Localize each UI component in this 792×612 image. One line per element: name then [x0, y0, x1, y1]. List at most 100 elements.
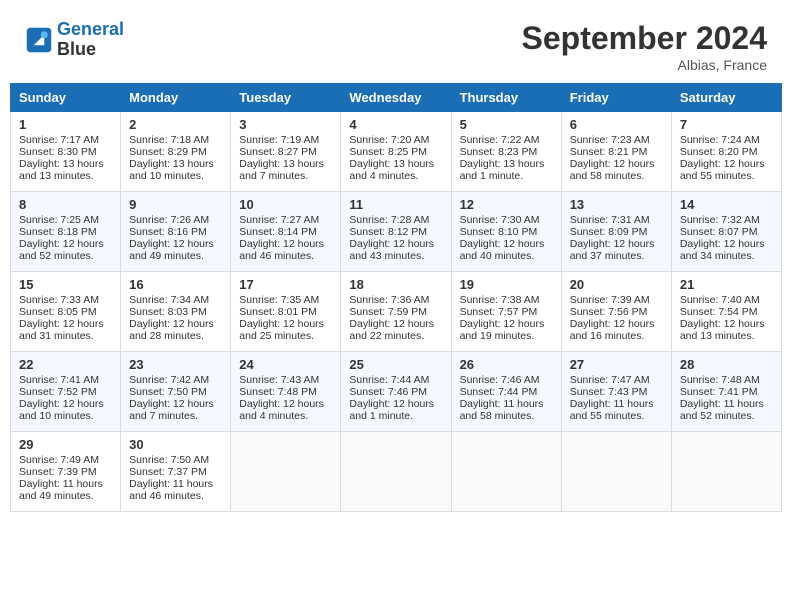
- logo: GeneralBlue: [25, 20, 124, 60]
- sunrise-text: Sunrise: 7:47 AM: [570, 374, 650, 386]
- table-row: 7Sunrise: 7:24 AMSunset: 8:20 PMDaylight…: [671, 112, 781, 192]
- table-row: 13Sunrise: 7:31 AMSunset: 8:09 PMDayligh…: [561, 192, 671, 272]
- sunset-text: Sunset: 7:44 PM: [460, 386, 538, 398]
- day-number: 6: [570, 117, 663, 132]
- sunrise-text: Sunrise: 7:44 AM: [349, 374, 429, 386]
- daylight-text: Daylight: 13 hours and 1 minute.: [460, 158, 545, 182]
- table-row: 6 Sunrise: 7:23 AMSunset: 8:21 PMDaylight…: [561, 112, 671, 192]
- daylight-text: Daylight: 11 hours and 58 minutes.: [460, 398, 544, 422]
- sunset-text: Sunset: 7:39 PM: [19, 466, 97, 478]
- day-number: 30: [129, 437, 222, 452]
- sunset-text: Sunset: 7:52 PM: [19, 386, 97, 398]
- sunset-text: Sunset: 8:18 PM: [19, 226, 97, 238]
- col-thursday: Thursday: [451, 84, 561, 112]
- daylight-text: Daylight: 12 hours and 22 minutes.: [349, 318, 434, 342]
- col-friday: Friday: [561, 84, 671, 112]
- day-number: 4: [349, 117, 442, 132]
- sunset-text: Sunset: 7:54 PM: [680, 306, 758, 318]
- col-wednesday: Wednesday: [341, 84, 451, 112]
- table-row: 8Sunrise: 7:25 AMSunset: 8:18 PMDaylight…: [11, 192, 121, 272]
- day-number: 18: [349, 277, 442, 292]
- daylight-text: Daylight: 12 hours and 46 minutes.: [239, 238, 324, 262]
- day-number: 9: [129, 197, 222, 212]
- sunset-text: Sunset: 8:21 PM: [570, 146, 648, 158]
- table-row: 12Sunrise: 7:30 AMSunset: 8:10 PMDayligh…: [451, 192, 561, 272]
- daylight-text: Daylight: 11 hours and 46 minutes.: [129, 478, 213, 502]
- day-number: 7: [680, 117, 773, 132]
- table-row: 9Sunrise: 7:26 AMSunset: 8:16 PMDaylight…: [121, 192, 231, 272]
- daylight-text: Daylight: 13 hours and 4 minutes.: [349, 158, 434, 182]
- sunrise-text: Sunrise: 7:28 AM: [349, 214, 429, 226]
- calendar-week-row: 8Sunrise: 7:25 AMSunset: 8:18 PMDaylight…: [11, 192, 782, 272]
- logo-icon: [25, 26, 53, 54]
- table-row: 10Sunrise: 7:27 AMSunset: 8:14 PMDayligh…: [231, 192, 341, 272]
- sunrise-text: Sunrise: 7:27 AM: [239, 214, 319, 226]
- sunset-text: Sunset: 8:16 PM: [129, 226, 207, 238]
- daylight-text: Daylight: 12 hours and 31 minutes.: [19, 318, 104, 342]
- daylight-text: Daylight: 12 hours and 25 minutes.: [239, 318, 324, 342]
- day-number: 29: [19, 437, 112, 452]
- day-number: 12: [460, 197, 553, 212]
- sunrise-text: Sunrise: 7:35 AM: [239, 294, 319, 306]
- day-number: 16: [129, 277, 222, 292]
- table-row: [561, 432, 671, 512]
- sunrise-text: Sunrise: 7:36 AM: [349, 294, 429, 306]
- sunset-text: Sunset: 8:20 PM: [680, 146, 758, 158]
- sunset-text: Sunset: 8:10 PM: [460, 226, 538, 238]
- sunrise-text: Sunrise: 7:18 AM: [129, 134, 209, 146]
- daylight-text: Daylight: 13 hours and 13 minutes.: [19, 158, 104, 182]
- daylight-text: Daylight: 12 hours and 1 minute.: [349, 398, 434, 422]
- sunrise-text: Sunrise: 7:49 AM: [19, 454, 99, 466]
- daylight-text: Daylight: 12 hours and 37 minutes.: [570, 238, 655, 262]
- daylight-text: Daylight: 12 hours and 58 minutes.: [570, 158, 655, 182]
- sunset-text: Sunset: 8:27 PM: [239, 146, 317, 158]
- day-number: 14: [680, 197, 773, 212]
- sunrise-text: Sunrise: 7:30 AM: [460, 214, 540, 226]
- day-number: 1: [19, 117, 112, 132]
- daylight-text: Daylight: 12 hours and 10 minutes.: [19, 398, 104, 422]
- sunset-text: Sunset: 8:14 PM: [239, 226, 317, 238]
- table-row: [231, 432, 341, 512]
- sunset-text: Sunset: 8:12 PM: [349, 226, 427, 238]
- table-row: 5Sunrise: 7:22 AMSunset: 8:23 PMDaylight…: [451, 112, 561, 192]
- day-number: 24: [239, 357, 332, 372]
- sunset-text: Sunset: 8:01 PM: [239, 306, 317, 318]
- sunrise-text: Sunrise: 7:23 AM: [570, 134, 650, 146]
- table-row: 3 Sunrise: 7:19 AMSunset: 8:27 PMDaylight…: [231, 112, 341, 192]
- table-row: 17Sunrise: 7:35 AMSunset: 8:01 PMDayligh…: [231, 272, 341, 352]
- sunset-text: Sunset: 7:50 PM: [129, 386, 207, 398]
- sunrise-text: Sunrise: 7:19 AM: [239, 134, 319, 146]
- sunset-text: Sunset: 8:05 PM: [19, 306, 97, 318]
- sunrise-text: Sunrise: 7:40 AM: [680, 294, 760, 306]
- col-monday: Monday: [121, 84, 231, 112]
- day-number: 11: [349, 197, 442, 212]
- sunset-text: Sunset: 8:30 PM: [19, 146, 97, 158]
- col-sunday: Sunday: [11, 84, 121, 112]
- month-title: September 2024: [522, 20, 767, 57]
- table-row: 22Sunrise: 7:41 AMSunset: 7:52 PMDayligh…: [11, 352, 121, 432]
- table-row: 30Sunrise: 7:50 AMSunset: 7:37 PMDayligh…: [121, 432, 231, 512]
- sunrise-text: Sunrise: 7:32 AM: [680, 214, 760, 226]
- table-row: 24Sunrise: 7:43 AMSunset: 7:48 PMDayligh…: [231, 352, 341, 432]
- day-number: 28: [680, 357, 773, 372]
- daylight-text: Daylight: 11 hours and 52 minutes.: [680, 398, 764, 422]
- location: Albias, France: [522, 57, 767, 73]
- logo-text: GeneralBlue: [57, 20, 124, 60]
- sunrise-text: Sunrise: 7:17 AM: [19, 134, 99, 146]
- sunset-text: Sunset: 8:23 PM: [460, 146, 538, 158]
- sunrise-text: Sunrise: 7:25 AM: [19, 214, 99, 226]
- daylight-text: Daylight: 11 hours and 49 minutes.: [19, 478, 103, 502]
- calendar-week-row: 29Sunrise: 7:49 AMSunset: 7:39 PMDayligh…: [11, 432, 782, 512]
- day-number: 20: [570, 277, 663, 292]
- day-number: 21: [680, 277, 773, 292]
- sunset-text: Sunset: 7:56 PM: [570, 306, 648, 318]
- daylight-text: Daylight: 12 hours and 13 minutes.: [680, 318, 765, 342]
- daylight-text: Daylight: 12 hours and 7 minutes.: [129, 398, 214, 422]
- table-row: 18Sunrise: 7:36 AMSunset: 7:59 PMDayligh…: [341, 272, 451, 352]
- sunrise-text: Sunrise: 7:20 AM: [349, 134, 429, 146]
- daylight-text: Daylight: 12 hours and 28 minutes.: [129, 318, 214, 342]
- day-number: 3: [239, 117, 332, 132]
- sunrise-text: Sunrise: 7:24 AM: [680, 134, 760, 146]
- day-number: 27: [570, 357, 663, 372]
- daylight-text: Daylight: 13 hours and 7 minutes.: [239, 158, 324, 182]
